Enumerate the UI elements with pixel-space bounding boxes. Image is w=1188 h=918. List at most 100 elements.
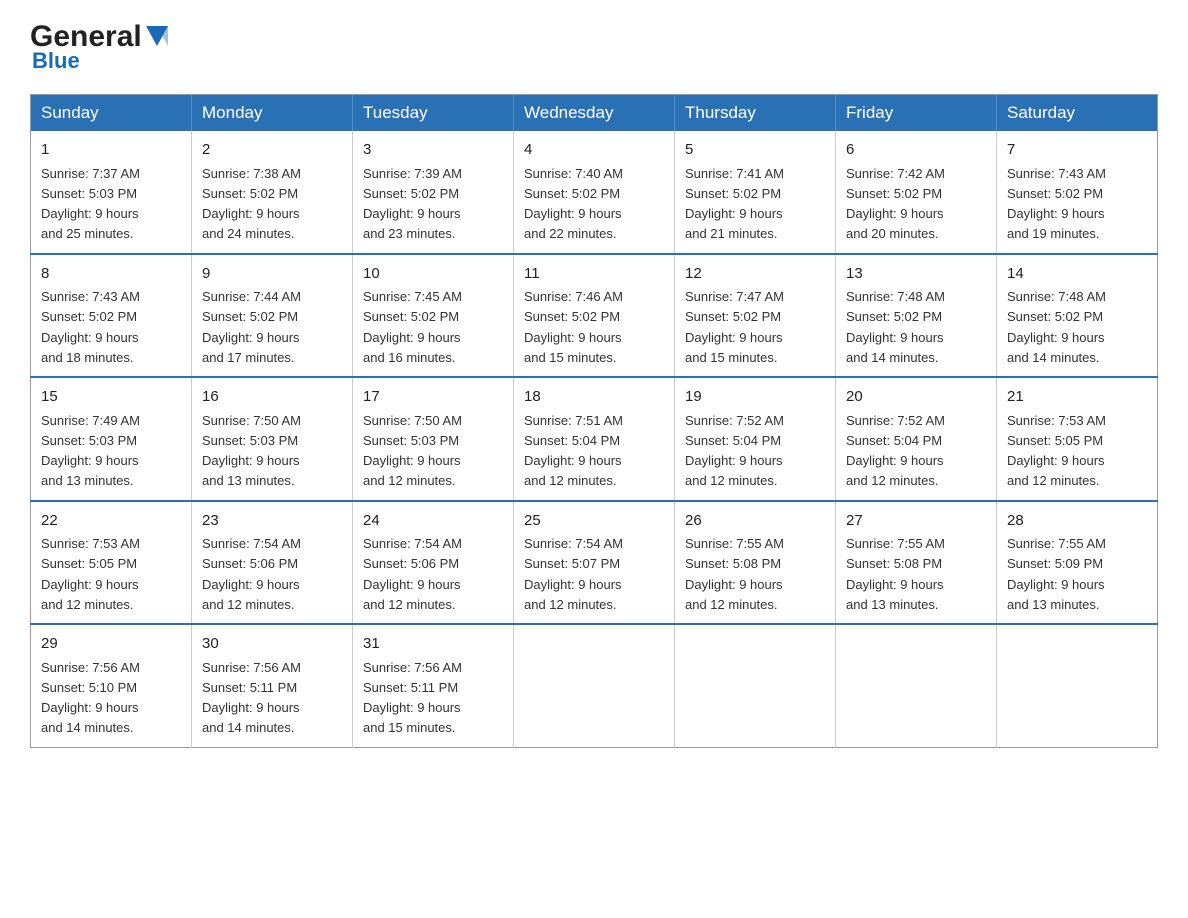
table-row	[675, 624, 836, 747]
day-info: Sunrise: 7:43 AMSunset: 5:02 PMDaylight:…	[1007, 166, 1106, 242]
table-row: 12 Sunrise: 7:47 AMSunset: 5:02 PMDaylig…	[675, 254, 836, 378]
table-row	[836, 624, 997, 747]
table-row: 14 Sunrise: 7:48 AMSunset: 5:02 PMDaylig…	[997, 254, 1158, 378]
day-info: Sunrise: 7:55 AMSunset: 5:09 PMDaylight:…	[1007, 536, 1106, 612]
calendar-table: Sunday Monday Tuesday Wednesday Thursday…	[30, 94, 1158, 748]
calendar-week-row: 8 Sunrise: 7:43 AMSunset: 5:02 PMDayligh…	[31, 254, 1158, 378]
col-tuesday: Tuesday	[353, 95, 514, 132]
table-row: 11 Sunrise: 7:46 AMSunset: 5:02 PMDaylig…	[514, 254, 675, 378]
day-info: Sunrise: 7:39 AMSunset: 5:02 PMDaylight:…	[363, 166, 462, 242]
day-info: Sunrise: 7:55 AMSunset: 5:08 PMDaylight:…	[846, 536, 945, 612]
day-info: Sunrise: 7:47 AMSunset: 5:02 PMDaylight:…	[685, 289, 784, 365]
calendar-week-row: 15 Sunrise: 7:49 AMSunset: 5:03 PMDaylig…	[31, 377, 1158, 501]
day-number: 8	[41, 263, 181, 286]
day-info: Sunrise: 7:40 AMSunset: 5:02 PMDaylight:…	[524, 166, 623, 242]
day-number: 28	[1007, 510, 1147, 533]
table-row: 23 Sunrise: 7:54 AMSunset: 5:06 PMDaylig…	[192, 501, 353, 625]
table-row: 10 Sunrise: 7:45 AMSunset: 5:02 PMDaylig…	[353, 254, 514, 378]
page-header: General Blue	[30, 20, 1158, 74]
col-monday: Monday	[192, 95, 353, 132]
day-number: 23	[202, 510, 342, 533]
table-row: 27 Sunrise: 7:55 AMSunset: 5:08 PMDaylig…	[836, 501, 997, 625]
day-info: Sunrise: 7:46 AMSunset: 5:02 PMDaylight:…	[524, 289, 623, 365]
day-number: 29	[41, 633, 181, 656]
day-info: Sunrise: 7:56 AMSunset: 5:11 PMDaylight:…	[202, 660, 301, 736]
table-row: 26 Sunrise: 7:55 AMSunset: 5:08 PMDaylig…	[675, 501, 836, 625]
day-info: Sunrise: 7:48 AMSunset: 5:02 PMDaylight:…	[846, 289, 945, 365]
day-info: Sunrise: 7:41 AMSunset: 5:02 PMDaylight:…	[685, 166, 784, 242]
calendar-header-row: Sunday Monday Tuesday Wednesday Thursday…	[31, 95, 1158, 132]
day-info: Sunrise: 7:49 AMSunset: 5:03 PMDaylight:…	[41, 413, 140, 489]
table-row: 28 Sunrise: 7:55 AMSunset: 5:09 PMDaylig…	[997, 501, 1158, 625]
day-info: Sunrise: 7:38 AMSunset: 5:02 PMDaylight:…	[202, 166, 301, 242]
day-info: Sunrise: 7:50 AMSunset: 5:03 PMDaylight:…	[363, 413, 462, 489]
day-number: 5	[685, 139, 825, 162]
day-info: Sunrise: 7:55 AMSunset: 5:08 PMDaylight:…	[685, 536, 784, 612]
day-number: 1	[41, 139, 181, 162]
table-row: 29 Sunrise: 7:56 AMSunset: 5:10 PMDaylig…	[31, 624, 192, 747]
day-info: Sunrise: 7:53 AMSunset: 5:05 PMDaylight:…	[1007, 413, 1106, 489]
day-info: Sunrise: 7:44 AMSunset: 5:02 PMDaylight:…	[202, 289, 301, 365]
day-info: Sunrise: 7:42 AMSunset: 5:02 PMDaylight:…	[846, 166, 945, 242]
day-number: 10	[363, 263, 503, 286]
day-info: Sunrise: 7:52 AMSunset: 5:04 PMDaylight:…	[685, 413, 784, 489]
day-info: Sunrise: 7:51 AMSunset: 5:04 PMDaylight:…	[524, 413, 623, 489]
day-number: 24	[363, 510, 503, 533]
col-wednesday: Wednesday	[514, 95, 675, 132]
table-row: 21 Sunrise: 7:53 AMSunset: 5:05 PMDaylig…	[997, 377, 1158, 501]
day-number: 13	[846, 263, 986, 286]
table-row: 31 Sunrise: 7:56 AMSunset: 5:11 PMDaylig…	[353, 624, 514, 747]
calendar-week-row: 22 Sunrise: 7:53 AMSunset: 5:05 PMDaylig…	[31, 501, 1158, 625]
day-info: Sunrise: 7:37 AMSunset: 5:03 PMDaylight:…	[41, 166, 140, 242]
table-row: 24 Sunrise: 7:54 AMSunset: 5:06 PMDaylig…	[353, 501, 514, 625]
day-info: Sunrise: 7:50 AMSunset: 5:03 PMDaylight:…	[202, 413, 301, 489]
table-row: 16 Sunrise: 7:50 AMSunset: 5:03 PMDaylig…	[192, 377, 353, 501]
day-info: Sunrise: 7:52 AMSunset: 5:04 PMDaylight:…	[846, 413, 945, 489]
day-number: 31	[363, 633, 503, 656]
logo: General Blue	[30, 20, 169, 74]
day-number: 30	[202, 633, 342, 656]
col-saturday: Saturday	[997, 95, 1158, 132]
col-sunday: Sunday	[31, 95, 192, 132]
day-number: 25	[524, 510, 664, 533]
day-number: 14	[1007, 263, 1147, 286]
day-number: 17	[363, 386, 503, 409]
table-row: 7 Sunrise: 7:43 AMSunset: 5:02 PMDayligh…	[997, 131, 1158, 254]
day-info: Sunrise: 7:54 AMSunset: 5:06 PMDaylight:…	[202, 536, 301, 612]
logo-blue-text: Blue	[32, 48, 80, 74]
day-number: 9	[202, 263, 342, 286]
day-number: 15	[41, 386, 181, 409]
logo-triangle-icon	[146, 20, 168, 54]
day-info: Sunrise: 7:48 AMSunset: 5:02 PMDaylight:…	[1007, 289, 1106, 365]
table-row: 3 Sunrise: 7:39 AMSunset: 5:02 PMDayligh…	[353, 131, 514, 254]
col-friday: Friday	[836, 95, 997, 132]
col-thursday: Thursday	[675, 95, 836, 132]
day-number: 18	[524, 386, 664, 409]
day-number: 19	[685, 386, 825, 409]
day-info: Sunrise: 7:56 AMSunset: 5:10 PMDaylight:…	[41, 660, 140, 736]
day-number: 2	[202, 139, 342, 162]
day-info: Sunrise: 7:53 AMSunset: 5:05 PMDaylight:…	[41, 536, 140, 612]
day-number: 16	[202, 386, 342, 409]
day-info: Sunrise: 7:45 AMSunset: 5:02 PMDaylight:…	[363, 289, 462, 365]
table-row: 5 Sunrise: 7:41 AMSunset: 5:02 PMDayligh…	[675, 131, 836, 254]
day-number: 12	[685, 263, 825, 286]
day-number: 27	[846, 510, 986, 533]
day-number: 21	[1007, 386, 1147, 409]
table-row: 1 Sunrise: 7:37 AMSunset: 5:03 PMDayligh…	[31, 131, 192, 254]
day-info: Sunrise: 7:54 AMSunset: 5:07 PMDaylight:…	[524, 536, 623, 612]
day-number: 22	[41, 510, 181, 533]
table-row: 19 Sunrise: 7:52 AMSunset: 5:04 PMDaylig…	[675, 377, 836, 501]
table-row: 13 Sunrise: 7:48 AMSunset: 5:02 PMDaylig…	[836, 254, 997, 378]
table-row: 20 Sunrise: 7:52 AMSunset: 5:04 PMDaylig…	[836, 377, 997, 501]
table-row: 9 Sunrise: 7:44 AMSunset: 5:02 PMDayligh…	[192, 254, 353, 378]
table-row: 25 Sunrise: 7:54 AMSunset: 5:07 PMDaylig…	[514, 501, 675, 625]
day-info: Sunrise: 7:56 AMSunset: 5:11 PMDaylight:…	[363, 660, 462, 736]
day-number: 20	[846, 386, 986, 409]
table-row: 15 Sunrise: 7:49 AMSunset: 5:03 PMDaylig…	[31, 377, 192, 501]
day-number: 7	[1007, 139, 1147, 162]
table-row: 22 Sunrise: 7:53 AMSunset: 5:05 PMDaylig…	[31, 501, 192, 625]
calendar-week-row: 29 Sunrise: 7:56 AMSunset: 5:10 PMDaylig…	[31, 624, 1158, 747]
day-number: 4	[524, 139, 664, 162]
table-row	[997, 624, 1158, 747]
